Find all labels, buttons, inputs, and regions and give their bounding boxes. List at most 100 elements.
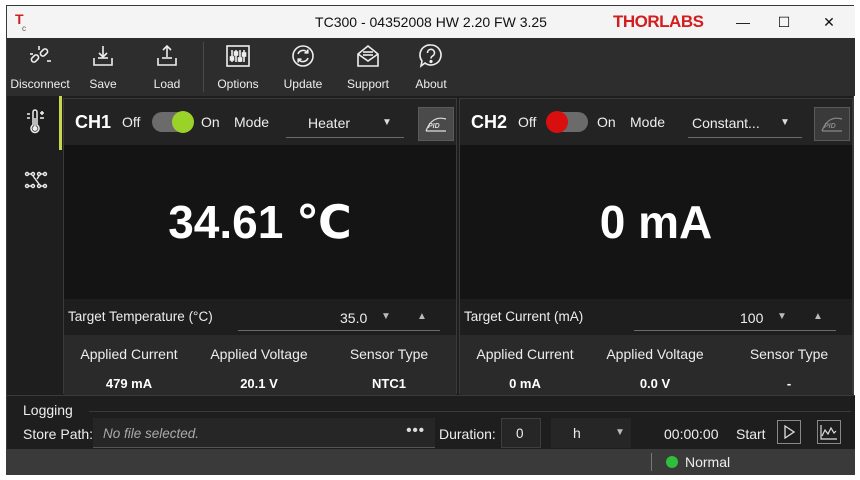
ch1-mode-value: Heater bbox=[308, 115, 351, 131]
ch1-pid-button[interactable]: PID bbox=[418, 107, 454, 141]
title-bar: T c TC300 - 04352008 HW 2.20 FW 3.25 THO… bbox=[7, 6, 855, 38]
save-button[interactable]: Save bbox=[81, 38, 125, 96]
thermometer-icon bbox=[27, 109, 44, 134]
duration-label: Duration: bbox=[439, 426, 496, 442]
channel-1-header: CH1 Off On Mode Heater ▼ PID bbox=[64, 99, 456, 145]
load-button[interactable]: Load bbox=[145, 38, 189, 96]
status-indicator-icon bbox=[666, 456, 678, 468]
update-label: Update bbox=[283, 77, 323, 91]
help-question-icon bbox=[419, 44, 442, 68]
channel-2-label: CH2 bbox=[471, 112, 508, 132]
ch2-applied-voltage-label: Applied Voltage bbox=[606, 346, 704, 362]
ch2-pid-button[interactable]: PID bbox=[814, 107, 850, 141]
start-button[interactable] bbox=[777, 420, 801, 444]
ch2-target-value: 100 bbox=[740, 310, 764, 326]
chevron-down-icon: ▼ bbox=[382, 117, 392, 128]
ch1-on-label: On bbox=[201, 114, 220, 130]
ch1-mode-select[interactable]: Heater ▼ bbox=[286, 110, 404, 138]
chevron-down-icon: ▼ bbox=[780, 117, 790, 128]
channel-1-label: CH1 bbox=[75, 112, 112, 132]
ch1-applied-voltage-value: 20.1 V bbox=[240, 376, 278, 391]
chart-button[interactable] bbox=[817, 420, 841, 444]
logging-divider bbox=[89, 411, 851, 412]
update-button[interactable]: Update bbox=[281, 38, 325, 96]
ch2-applied-current-label: Applied Current bbox=[476, 346, 574, 362]
ch1-toggle-knob bbox=[172, 111, 194, 133]
about-button[interactable]: About bbox=[409, 38, 453, 96]
ch2-toggle-knob bbox=[546, 111, 568, 133]
duration-value: 0 bbox=[516, 426, 524, 441]
elapsed-timer: 00:00:00 bbox=[664, 426, 719, 442]
browse-button[interactable]: ••• bbox=[406, 422, 425, 439]
ch1-mode-label: Mode bbox=[234, 114, 270, 130]
svg-text:PID: PID bbox=[428, 123, 440, 130]
close-button[interactable]: ✕ bbox=[813, 10, 845, 34]
ch2-target-row: Target Current (mA) 100 ▼ ▲ bbox=[460, 299, 852, 335]
channel-2-header: CH2 Off On Mode Constant... ▼ PID bbox=[460, 99, 852, 145]
connections-icon bbox=[24, 171, 48, 189]
ch1-sensor-type-value: NTC1 bbox=[372, 376, 406, 391]
ch2-mode-label: Mode bbox=[630, 114, 666, 130]
ch2-power-toggle[interactable] bbox=[546, 111, 588, 133]
channel-1-panel: CH1 Off On Mode Heater ▼ PID 34.61 ℃ Tar… bbox=[63, 98, 457, 395]
start-label: Start bbox=[736, 426, 766, 442]
options-button[interactable]: Options bbox=[213, 38, 263, 96]
line-chart-icon bbox=[820, 425, 837, 440]
minimize-button[interactable]: — bbox=[727, 10, 759, 34]
logging-title: Logging bbox=[23, 402, 73, 418]
ch1-increment-icon[interactable]: ▲ bbox=[417, 311, 427, 322]
disconnect-icon bbox=[30, 46, 51, 63]
toolbar: Disconnect Save Load Options Update Supp… bbox=[7, 38, 855, 96]
ch1-applied-current-value: 479 mA bbox=[105, 376, 153, 391]
disconnect-button[interactable]: Disconnect bbox=[9, 38, 71, 96]
ch2-increment-icon[interactable]: ▲ bbox=[813, 311, 823, 322]
store-path-field[interactable]: No file selected. ••• bbox=[93, 418, 435, 448]
store-path-label: Store Path: bbox=[23, 426, 94, 442]
ch2-target-spinner[interactable]: 100 ▼ ▲ bbox=[634, 303, 836, 331]
ch1-target-row: Target Temperature (°C) 35.0 ▼ ▲ bbox=[64, 299, 456, 335]
support-button[interactable]: Support bbox=[343, 38, 393, 96]
pid-graph-icon: PID bbox=[821, 117, 843, 132]
ch1-power-toggle[interactable] bbox=[152, 111, 194, 133]
ch1-decrement-icon[interactable]: ▼ bbox=[381, 311, 391, 322]
duration-unit-select[interactable]: h ▼ bbox=[551, 418, 631, 448]
ch2-stats: Applied Current Applied Voltage Sensor T… bbox=[460, 335, 852, 395]
ch2-decrement-icon[interactable]: ▼ bbox=[777, 311, 787, 322]
duration-unit-value: h bbox=[573, 425, 581, 441]
sidebar-item-connections[interactable] bbox=[15, 160, 57, 200]
options-label: Options bbox=[217, 77, 259, 91]
ch1-sensor-type-label: Sensor Type bbox=[349, 346, 429, 362]
duration-input[interactable]: 0 bbox=[501, 418, 541, 448]
ch2-on-label: On bbox=[597, 114, 616, 130]
pid-graph-icon: PID bbox=[425, 117, 447, 132]
about-label: About bbox=[415, 77, 447, 91]
play-icon bbox=[784, 425, 796, 439]
ch1-target-spinner[interactable]: 35.0 ▼ ▲ bbox=[238, 303, 440, 331]
load-upload-icon bbox=[157, 44, 177, 66]
refresh-icon bbox=[292, 45, 314, 67]
ch2-off-label: Off bbox=[518, 114, 537, 130]
sidebar-item-temperature[interactable] bbox=[15, 102, 57, 142]
sidebar-active-indicator bbox=[59, 96, 62, 150]
support-label: Support bbox=[346, 77, 390, 91]
ch1-stats: Applied Current Applied Voltage Sensor T… bbox=[64, 335, 456, 395]
status-text: Normal bbox=[685, 454, 731, 470]
ch1-applied-current-label: Applied Current bbox=[80, 346, 178, 362]
app-window: T c TC300 - 04352008 HW 2.20 FW 3.25 THO… bbox=[6, 5, 855, 475]
ch2-applied-current-value: 0 mA bbox=[509, 376, 541, 391]
chevron-down-icon: ▼ bbox=[615, 427, 625, 438]
status-bar: Normal bbox=[7, 449, 855, 475]
ch2-mode-value: Constant... bbox=[692, 115, 760, 131]
maximize-button[interactable]: ☐ bbox=[768, 10, 800, 34]
logging-section: Logging Store Path: No file selected. ••… bbox=[7, 395, 855, 449]
ch2-sensor-type-label: Sensor Type bbox=[749, 346, 829, 362]
ch1-target-value: 35.0 bbox=[340, 310, 368, 326]
envelope-icon bbox=[357, 44, 379, 67]
store-path-placeholder: No file selected. bbox=[103, 426, 200, 441]
ch1-temperature-display: 34.61 ℃ bbox=[168, 196, 352, 248]
ch2-mode-select[interactable]: Constant... ▼ bbox=[688, 110, 802, 138]
ch2-applied-voltage-value: 0.0 V bbox=[639, 376, 671, 391]
ch1-off-label: Off bbox=[122, 114, 141, 130]
toolbar-separator bbox=[203, 42, 204, 92]
load-label: Load bbox=[153, 77, 181, 91]
